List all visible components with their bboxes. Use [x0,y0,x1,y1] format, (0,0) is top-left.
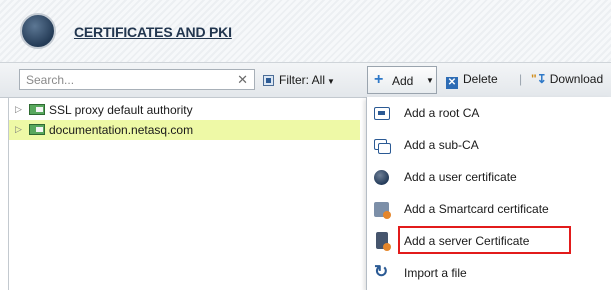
delete-button-label: Delete [463,72,498,86]
menu-item-add-sub-ca[interactable]: Add a sub-CA [367,129,611,161]
menu-item-label: Add a root CA [404,106,480,120]
page-title[interactable]: CERTIFICATES AND PKI [74,24,232,40]
menu-item-add-server-certificate[interactable]: Add a server Certificate [367,225,611,257]
download-button[interactable]: "↧ Download [531,72,603,86]
menu-item-label: Add a Smartcard certificate [404,202,549,216]
page-header: CERTIFICATES AND PKI [0,0,611,63]
menu-item-label: Add a user certificate [404,170,517,184]
import-file-icon: ↻ [374,262,389,281]
menu-item-import-file[interactable]: ↻ Import a file [367,257,611,289]
menu-item-add-user-certificate[interactable]: Add a user certificate [367,161,611,193]
root-ca-icon [374,107,390,120]
certificate-authority-icon [29,104,45,115]
filter-dropdown[interactable]: Filter: All ▼ [263,73,335,87]
certificate-tree: ▷ SSL proxy default authority ▷ document… [8,98,360,290]
expand-arrow-icon[interactable]: ▷ [15,124,22,135]
menu-item-add-root-ca[interactable]: Add a root CA [367,97,611,129]
tree-row-documentation[interactable]: ▷ documentation.netasq.com [9,120,360,140]
add-button[interactable]: + Add ▼ [367,66,437,94]
tree-row-ssl-proxy[interactable]: ▷ SSL proxy default authority [9,100,360,120]
plus-icon: + [374,71,384,88]
add-button-label: Add [392,74,414,88]
search-box: ✕ [19,69,255,90]
menu-item-label: Add a sub-CA [404,138,479,152]
clear-search-icon[interactable]: ✕ [237,72,248,88]
download-button-label: Download [549,72,604,86]
toolbar-separator: | [519,72,523,86]
certificate-authority-icon [29,124,45,135]
chevron-down-icon: ▼ [327,77,335,86]
menu-item-label: Import a file [404,266,467,280]
sub-ca-icon [374,139,391,154]
search-input[interactable] [20,70,230,89]
smartcard-certificate-icon [374,202,391,219]
tree-row-label: SSL proxy default authority [49,103,193,117]
expand-arrow-icon[interactable]: ▷ [15,104,22,115]
highlight-box [398,226,571,254]
tree-row-label: documentation.netasq.com [49,123,194,137]
download-icon: "↧ [531,72,547,86]
delete-button[interactable]: ✕ Delete [446,72,498,89]
user-certificate-icon [374,170,389,185]
filter-icon [263,75,274,86]
add-dropdown-menu: Add a root CA Add a sub-CA Add a user ce… [366,97,611,290]
delete-icon: ✕ [446,77,458,89]
filter-label: Filter: All [279,73,326,87]
menu-item-add-smartcard-certificate[interactable]: Add a Smartcard certificate [367,193,611,225]
chevron-down-icon: ▼ [426,76,434,85]
toolbar: ✕ Filter: All▼ + Add ▼ ✕Delete | "↧Downl… [0,63,611,98]
database-icon [20,13,56,49]
server-certificate-icon [376,232,391,251]
